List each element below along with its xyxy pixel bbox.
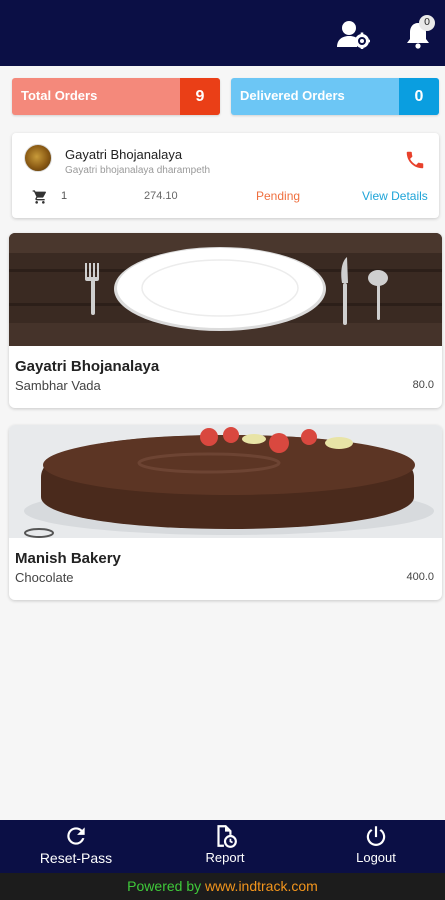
order-quantity: 1 [61, 190, 68, 202]
top-app-bar: 0 [0, 0, 445, 66]
delivered-orders-card[interactable]: Delivered Orders 0 [231, 78, 439, 115]
total-orders-card[interactable]: Total Orders 9 [12, 78, 220, 115]
product-card[interactable]: Gayatri Bhojanalaya Sambhar Vada 80.0 [9, 233, 442, 408]
product-item-name: Sambhar Vada [15, 378, 101, 393]
report-label: Report [205, 850, 245, 865]
order-status: Pending [256, 189, 301, 203]
product-price: 80.0 [412, 379, 434, 391]
notifications-bell-icon[interactable]: 0 [398, 14, 438, 54]
notification-badge: 0 [419, 15, 435, 31]
reset-pass-button[interactable]: Reset-Pass [30, 820, 122, 873]
logout-button[interactable]: Logout [345, 820, 407, 873]
powered-by-footer: Powered by www.indtrack.com [0, 873, 445, 900]
report-icon [217, 825, 237, 848]
cart-icon [32, 189, 48, 205]
product-price: 400.0 [406, 571, 434, 583]
order-amount: 274.10 [144, 190, 178, 202]
product-image [9, 233, 442, 346]
order-shop-name: Gayatri Bhojanalaya [65, 147, 183, 162]
product-shop-name: Gayatri Bhojanalaya [15, 358, 160, 375]
order-shop-address: Gayatri bhojanalaya dharampeth [65, 165, 211, 176]
powered-by-link[interactable]: www.indtrack.com [205, 878, 318, 894]
product-image [9, 425, 442, 538]
delivered-orders-count: 0 [399, 78, 439, 115]
logout-label: Logout [356, 850, 396, 865]
refresh-icon [67, 827, 85, 845]
user-settings-icon[interactable] [333, 14, 373, 54]
reset-pass-label: Reset-Pass [39, 850, 113, 866]
bottom-navigation: Reset-Pass Report Logout [0, 820, 445, 873]
powered-by-text: Powered by [127, 878, 202, 894]
power-icon [366, 826, 386, 847]
phone-icon[interactable] [404, 149, 426, 171]
view-details-link[interactable]: View Details [362, 189, 428, 203]
shop-avatar [24, 144, 52, 172]
product-item-name: Chocolate [15, 570, 74, 585]
total-orders-count: 9 [180, 78, 220, 115]
delivered-orders-label: Delivered Orders [240, 88, 345, 103]
order-card: Gayatri Bhojanalaya Gayatri bhojanalaya … [12, 133, 439, 218]
total-orders-label: Total Orders [21, 88, 98, 103]
product-shop-name: Manish Bakery [15, 550, 121, 567]
report-button[interactable]: Report [195, 820, 255, 873]
product-card[interactable]: Manish Bakery Chocolate 400.0 [9, 425, 442, 600]
